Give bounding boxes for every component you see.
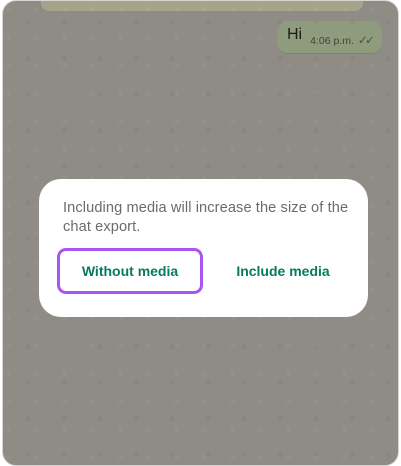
include-media-button[interactable]: Include media [223,248,343,294]
chat-screen: Hi 4:06 p.m. ✓✓ Including media will inc… [2,0,399,466]
message-text: Hi [287,26,303,43]
message-timestamp: 4:06 p.m. [310,35,354,47]
double-check-icon: ✓✓ [357,33,375,47]
outgoing-message-bubble[interactable]: Hi 4:06 p.m. ✓✓ [277,21,382,53]
export-media-dialog: Including media will increase the size o… [39,179,368,317]
dialog-message: Including media will increase the size o… [63,200,349,235]
without-media-button[interactable]: Without media [57,248,203,294]
pinned-card [41,1,363,11]
